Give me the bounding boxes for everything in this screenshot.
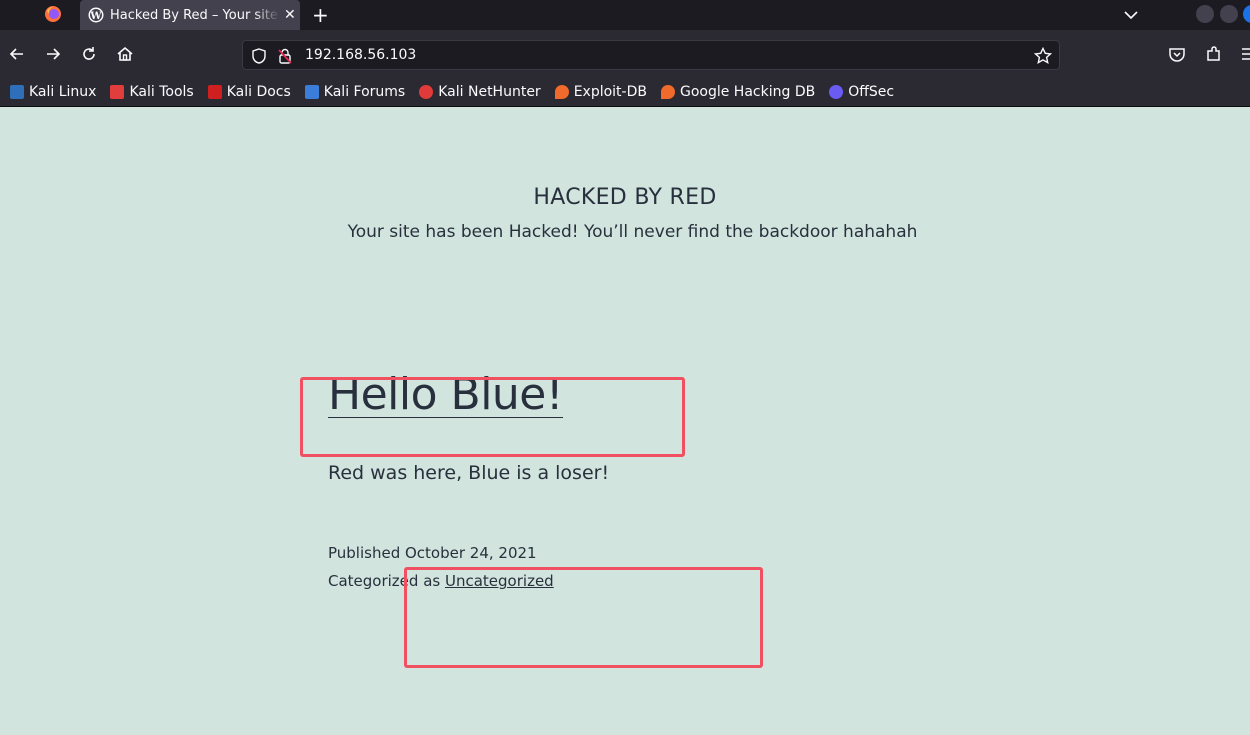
bookmark-kali-tools[interactable]: Kali Tools [106, 84, 197, 100]
bookmark-offsec[interactable]: OffSec [825, 84, 898, 100]
bookmark-label: Google Hacking DB [679, 84, 816, 100]
extensions-icon[interactable] [1204, 44, 1224, 64]
bookmark-label: Kali NetHunter [438, 84, 541, 100]
url-text[interactable]: 192.168.56.103 [305, 47, 416, 63]
nethunter-icon [419, 85, 434, 99]
bookmark-kali-linux[interactable]: Kali Linux [6, 84, 100, 100]
published-label: Published [328, 544, 401, 562]
tab-strip: W Hacked By Red – Your site has been Hac… [0, 0, 1250, 30]
annotation-box-title [300, 377, 685, 457]
post-body: Red was here, Blue is a loser! [328, 462, 610, 484]
web-page: HACKED BY RED Your site has been Hacked!… [0, 107, 1250, 735]
back-arrow-icon[interactable] [7, 44, 27, 64]
exploit-db-icon [554, 85, 569, 99]
url-bar[interactable]: 192.168.56.103 [242, 40, 1060, 70]
forward-arrow-icon[interactable] [43, 44, 63, 64]
bookmark-label: Exploit-DB [573, 84, 647, 100]
annotation-box-category [404, 567, 763, 668]
bookmark-exploit-db[interactable]: Exploit-DB [551, 84, 651, 100]
bookmark-kali-docs[interactable]: Kali Docs [204, 84, 295, 100]
home-icon[interactable] [115, 44, 135, 64]
kali-forums-icon [304, 85, 319, 99]
new-tab-button[interactable]: + [312, 3, 329, 27]
ghdb-icon [660, 85, 675, 99]
chevron-down-icon[interactable] [1122, 6, 1140, 24]
published-date: October 24, 2021 [405, 544, 537, 562]
bookmark-kali-forums[interactable]: Kali Forums [301, 84, 409, 100]
pocket-icon[interactable] [1167, 44, 1187, 64]
site-description: Your site has been Hacked! You’ll never … [347, 222, 918, 242]
firefox-icon[interactable] [44, 5, 62, 23]
bookmark-label: OffSec [848, 84, 895, 100]
bookmark-star-icon[interactable] [1033, 46, 1053, 66]
tab-active[interactable]: W Hacked By Red – Your site has been Hac… [80, 0, 300, 30]
kali-docs-icon [207, 85, 222, 99]
bookmark-google-hacking-db[interactable]: Google Hacking DB [657, 84, 819, 100]
site-title[interactable]: HACKED BY RED [0, 185, 1250, 210]
maximize-button[interactable] [1220, 5, 1238, 23]
bookmark-label: Kali Tools [129, 84, 194, 100]
bookmark-label: Kali Forums [323, 84, 406, 100]
shield-icon[interactable] [250, 47, 268, 65]
offsec-icon [829, 85, 844, 99]
insecure-lock-icon[interactable] [276, 47, 294, 65]
tab-close-icon[interactable]: ✕ [284, 7, 296, 23]
tab-title: Hacked By Red – Your site has been Hacke… [110, 7, 280, 23]
bookmark-label: Kali Docs [226, 84, 291, 100]
svg-text:W: W [89, 11, 102, 22]
close-window-button[interactable] [1243, 5, 1250, 23]
bookmark-label: Kali Linux [29, 84, 97, 100]
minimize-button[interactable] [1196, 5, 1214, 23]
bookmarks-toolbar: Kali Linux Kali Tools Kali Docs Kali For… [0, 78, 1250, 107]
menu-icon[interactable] [1240, 44, 1250, 64]
wordpress-icon: W [88, 7, 104, 23]
bookmark-kali-nethunter[interactable]: Kali NetHunter [415, 84, 544, 100]
reload-icon[interactable] [79, 44, 99, 64]
kali-tools-icon [110, 85, 125, 99]
post-published: Published October 24, 2021 [328, 544, 537, 562]
kali-dragon-icon [10, 85, 24, 99]
